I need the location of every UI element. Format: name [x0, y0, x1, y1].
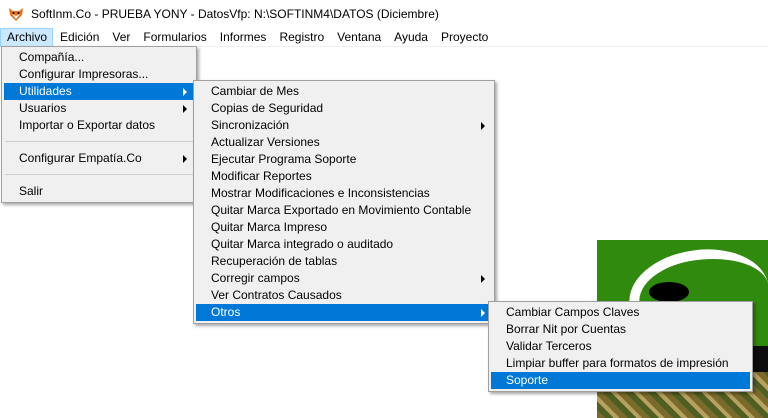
menu-item-cambiar-mes[interactable]: Cambiar de Mes	[196, 83, 492, 100]
submenu-arrow-icon	[481, 122, 485, 130]
menu-ver[interactable]: Ver	[105, 28, 136, 47]
submenu-arrow-icon	[183, 155, 187, 163]
menu-item-validar-terceros[interactable]: Validar Terceros	[491, 338, 750, 355]
menu-bar: Archivo Edición Ver Formularios Informes…	[0, 27, 768, 47]
menu-informes[interactable]: Informes	[213, 28, 273, 47]
menu-item-quitar-marca-impreso[interactable]: Quitar Marca Impreso	[196, 219, 492, 236]
menu-formularios[interactable]: Formularios	[136, 28, 212, 47]
menu-item-usuarios[interactable]: Usuarios	[4, 100, 194, 117]
submenu-arrow-icon	[481, 275, 485, 283]
menu-ayuda[interactable]: Ayuda	[387, 28, 434, 47]
menu-item-usuarios-label: Usuarios	[19, 101, 67, 115]
menu-separator	[5, 174, 193, 175]
menu-separator	[5, 141, 193, 142]
menu-item-ver-contratos[interactable]: Ver Contratos Causados	[196, 287, 492, 304]
title-bar: SoftInm.Co - PRUEBA YONY - DatosVfp: N:\…	[0, 0, 768, 28]
menu-item-soporte[interactable]: Soporte	[491, 372, 750, 389]
menu-item-corregir-campos[interactable]: Corregir campos	[196, 270, 492, 287]
menu-item-copias-seguridad[interactable]: Copias de Seguridad	[196, 100, 492, 117]
menu-item-configurar-empatia-label: Configurar Empatía.Co	[19, 151, 142, 165]
menu-item-mostrar-modificaciones[interactable]: Mostrar Modificaciones e Inconsistencias	[196, 185, 492, 202]
logo-dark-shape	[649, 282, 689, 302]
menu-item-borrar-nit[interactable]: Borrar Nit por Cuentas	[491, 321, 750, 338]
menu-item-otros[interactable]: Otros	[196, 304, 492, 321]
menu-item-configurar-empatia[interactable]: Configurar Empatía.Co	[4, 150, 194, 167]
menu-item-sincronizacion[interactable]: Sincronización	[196, 117, 492, 134]
submenu-arrow-icon	[481, 309, 485, 317]
menu-item-modificar-reportes[interactable]: Modificar Reportes	[196, 168, 492, 185]
menu-item-sincronizacion-label: Sincronización	[211, 118, 290, 132]
menu-item-utilidades-label: Utilidades	[19, 84, 72, 98]
menu-item-ejecutar-soporte[interactable]: Ejecutar Programa Soporte	[196, 151, 492, 168]
menu-item-configurar-impresoras[interactable]: Configurar Impresoras...	[4, 66, 194, 83]
menu-item-compania[interactable]: Compañía...	[4, 49, 194, 66]
menu-item-corregir-campos-label: Corregir campos	[211, 271, 300, 285]
menu-edicion[interactable]: Edición	[53, 28, 105, 47]
menu-proyecto[interactable]: Proyecto	[434, 28, 494, 47]
menu-item-salir[interactable]: Salir	[4, 183, 194, 200]
window-title: SoftInm.Co - PRUEBA YONY - DatosVfp: N:\…	[31, 7, 439, 21]
utilidades-submenu: Cambiar de Mes Copias de Seguridad Sincr…	[193, 80, 495, 324]
menu-ventana[interactable]: Ventana	[330, 28, 387, 47]
menu-archivo[interactable]: Archivo	[0, 27, 54, 47]
submenu-arrow-icon	[183, 105, 187, 113]
menu-registro[interactable]: Registro	[272, 28, 330, 47]
menu-item-cambiar-campos-claves[interactable]: Cambiar Campos Claves	[491, 304, 750, 321]
menu-item-otros-label: Otros	[211, 305, 241, 319]
submenu-arrow-icon	[183, 88, 187, 96]
otros-submenu: Cambiar Campos Claves Borrar Nit por Cue…	[488, 301, 753, 392]
menu-item-quitar-marca-exportado[interactable]: Quitar Marca Exportado en Movimiento Con…	[196, 202, 492, 219]
menu-item-limpiar-buffer[interactable]: Limpiar buffer para formatos de impresió…	[491, 355, 750, 372]
fox-icon	[9, 8, 23, 21]
menu-item-quitar-marca-integrado[interactable]: Quitar Marca integrado o auditado	[196, 236, 492, 253]
menu-item-actualizar-versiones[interactable]: Actualizar Versiones	[196, 134, 492, 151]
menu-item-importar-exportar[interactable]: Importar o Exportar datos	[4, 117, 194, 134]
menu-item-recuperacion-tablas[interactable]: Recuperación de tablas	[196, 253, 492, 270]
archivo-dropdown: Compañía... Configurar Impresoras... Uti…	[1, 46, 197, 203]
menu-item-utilidades[interactable]: Utilidades	[4, 83, 194, 100]
